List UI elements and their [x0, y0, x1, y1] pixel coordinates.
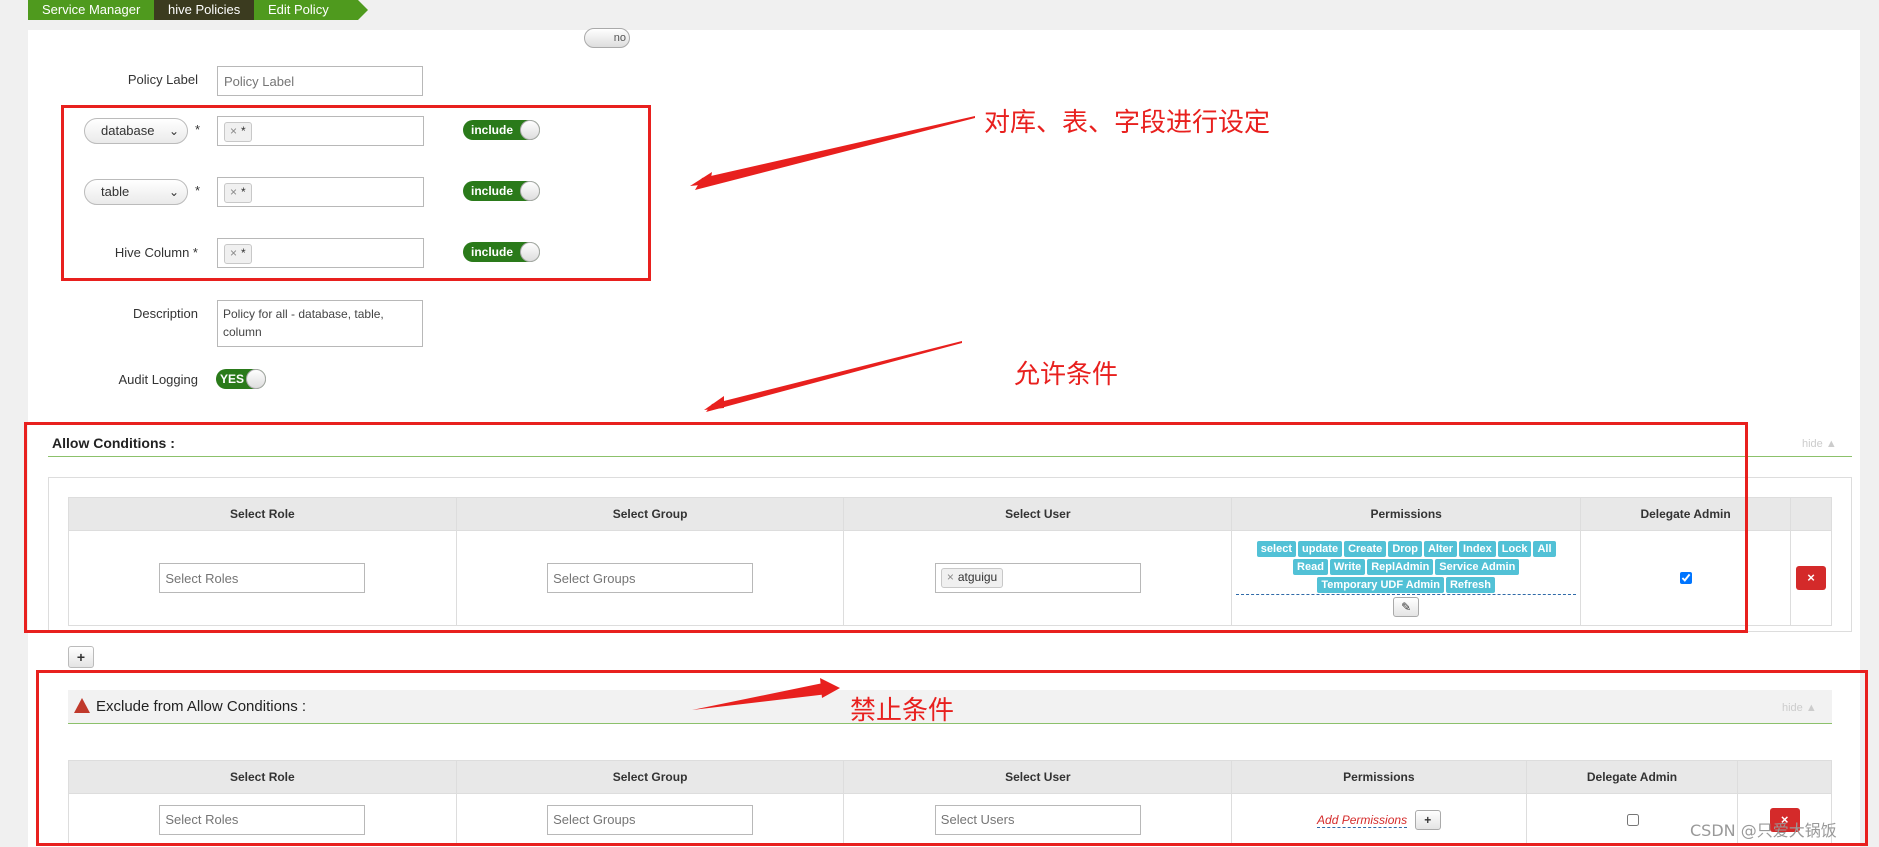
annotation-deny-text: 禁止条件: [850, 696, 955, 726]
arrow-deny: [692, 682, 828, 710]
arrow-head-resources: [690, 172, 712, 186]
arrow-head-allow: [704, 396, 724, 410]
annotation-allow-text: 允许条件: [1014, 360, 1119, 390]
watermark: CSDN @只爱大锅饭: [1690, 821, 1837, 840]
annotation-resources-text: 对库、表、字段进行设定: [984, 108, 1271, 138]
arrow-resources: [695, 116, 975, 190]
arrow-allow: [706, 341, 962, 412]
arrow-head-deny: [820, 678, 840, 698]
